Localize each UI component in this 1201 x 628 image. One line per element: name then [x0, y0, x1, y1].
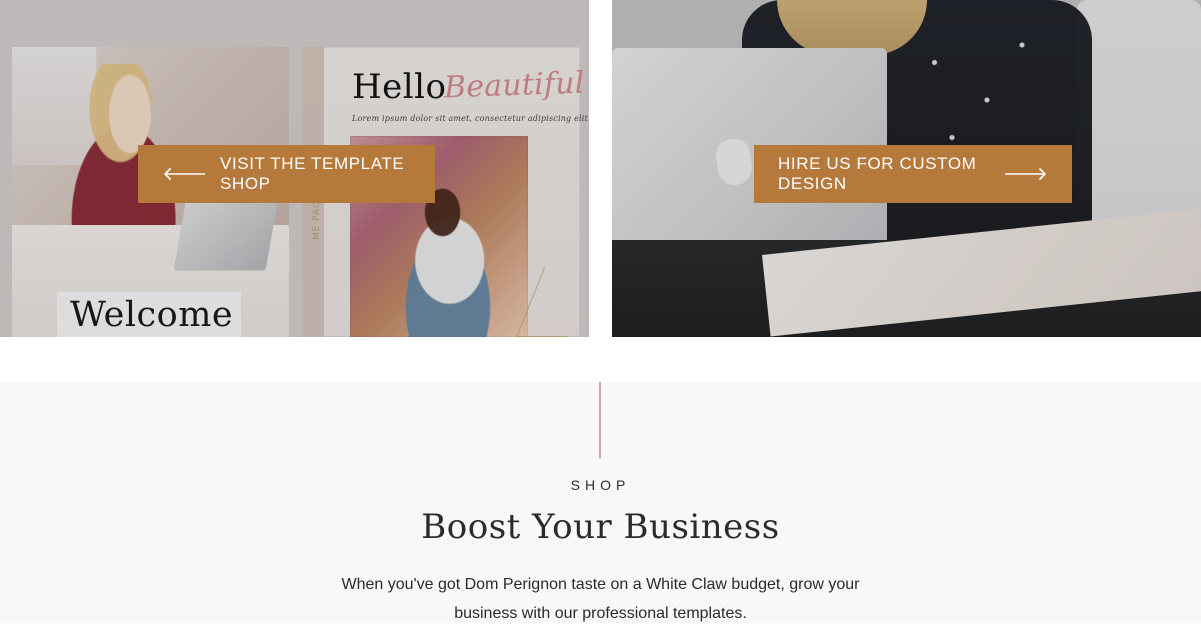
- template-shop-beautiful-text: Beautiful: [443, 65, 586, 106]
- hire-custom-design-button[interactable]: HIRE US FOR CUSTOM DESIGN: [754, 145, 1072, 203]
- shop-section-divider: [599, 382, 601, 458]
- template-shop-laptop: [173, 198, 279, 270]
- shop-description-line-1: When you've got Dom Perignon taste on a …: [341, 576, 860, 593]
- hero-panels: Welcome ME PACKET Hello Beautiful Lorem …: [0, 0, 1201, 337]
- template-shop-lorem-text: Lorem ipsum dolor sit amet, consectetur …: [352, 114, 589, 123]
- shop-description: When you've got Dom Perignon taste on a …: [0, 570, 1201, 628]
- template-shop-hello-text: Hello: [352, 67, 447, 107]
- visit-template-shop-button[interactable]: VISIT THE TEMPLATE SHOP: [138, 145, 435, 203]
- hire-custom-design-label: HIRE US FOR CUSTOM DESIGN: [778, 154, 977, 193]
- shop-description-line-2: business with our professional templates…: [454, 605, 747, 622]
- template-shop-welcome-text: Welcome: [70, 295, 234, 335]
- arrow-left-icon: [164, 168, 205, 180]
- shop-kicker: SHOP: [570, 477, 631, 493]
- visit-template-shop-label: VISIT THE TEMPLATE SHOP: [220, 154, 405, 193]
- shop-headline: Boost Your Business: [421, 507, 780, 547]
- arrow-right-icon: [1005, 168, 1046, 180]
